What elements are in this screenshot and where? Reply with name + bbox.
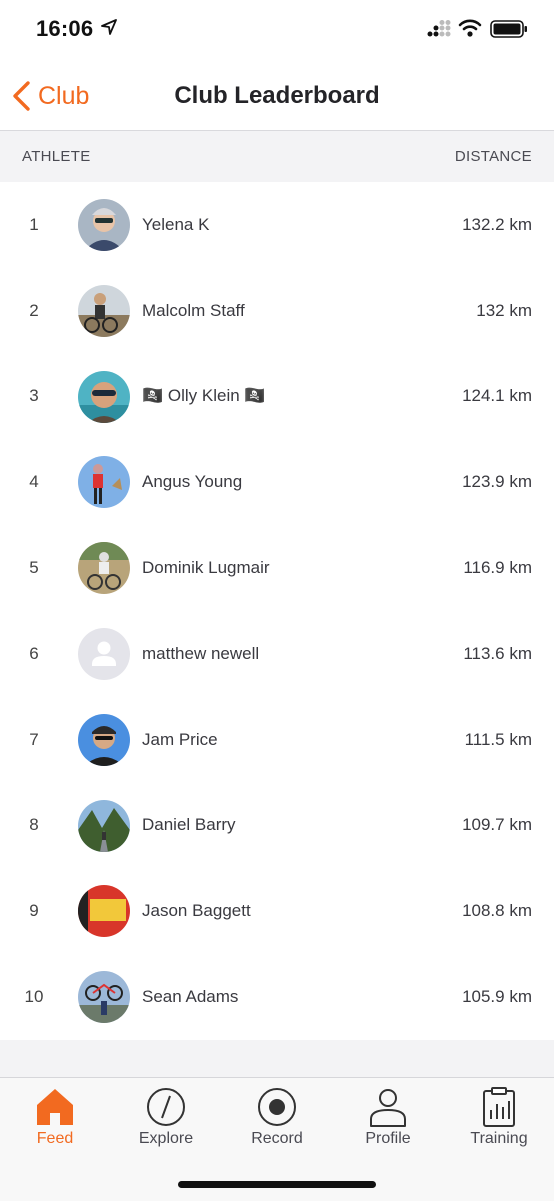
avatar[interactable] (78, 799, 130, 852)
leaderboard-row[interactable]: 3 🏴‍☠️ Olly Klein 🏴‍☠️ 124.1 km (0, 354, 554, 440)
rank-number: 10 (24, 987, 44, 1007)
athlete-column-label: ATHLETE (22, 148, 91, 165)
home-indicator (178, 1181, 376, 1188)
rank-number: 1 (29, 214, 39, 234)
athlete-name[interactable]: Malcolm Staff (142, 268, 245, 354)
home-icon (37, 1089, 73, 1125)
avatar[interactable] (78, 542, 130, 595)
status-time: 16:06 (36, 16, 94, 41)
list-footer (0, 1040, 554, 1077)
cellular-signal-icon (427, 20, 451, 37)
tab-training[interactable]: Training (444, 1078, 554, 1158)
athlete-name[interactable]: Daniel Barry (142, 783, 236, 869)
location-arrow-icon (101, 19, 117, 35)
training-icon (483, 1087, 515, 1127)
avatar[interactable] (78, 885, 130, 938)
tab-explore[interactable]: Explore (111, 1078, 221, 1158)
leaderboard-row[interactable]: 9 Jason Baggett 108.8 km (0, 868, 554, 954)
athlete-name[interactable]: matthew newell (142, 611, 259, 697)
rank-number: 9 (29, 901, 39, 921)
default-avatar-icon[interactable] (78, 627, 130, 680)
rank-number: 4 (29, 472, 39, 492)
avatar[interactable] (78, 199, 130, 251)
athlete-name[interactable]: Sean Adams (142, 954, 238, 1040)
avatar[interactable] (78, 713, 130, 766)
athlete-distance: 111.5 km (464, 729, 532, 749)
status-bar: 16:06 (0, 0, 554, 60)
leaderboard-row[interactable]: 5 Dominik Lugmair 116.9 km (0, 525, 554, 611)
athlete-name[interactable]: Jason Baggett (142, 868, 251, 954)
athlete-distance: 132.2 km (462, 214, 532, 234)
avatar[interactable] (78, 370, 130, 423)
leaderboard-list: 1 Yelena K 132.2 km 2 Malcolm Staff 132 … (0, 182, 554, 1040)
tab-feed[interactable]: Feed (0, 1078, 110, 1158)
record-icon (258, 1088, 296, 1126)
tab-record[interactable]: Record (222, 1078, 332, 1158)
leaderboard-row[interactable]: 4 Angus Young 123.9 km (0, 439, 554, 525)
navigation-bar: Club Club Leaderboard (0, 60, 554, 131)
page-title: Club Leaderboard (174, 82, 380, 109)
athlete-name[interactable]: Jam Price (142, 697, 218, 783)
leaderboard-row[interactable]: 1 Yelena K 132.2 km (0, 182, 554, 268)
battery-icon (490, 20, 527, 38)
rank-number: 5 (29, 558, 39, 578)
athlete-name[interactable]: 🏴‍☠️ Olly Klein 🏴‍☠️ (142, 354, 266, 440)
leaderboard-row[interactable]: 10 Sean Adams 105.9 km (0, 954, 554, 1040)
avatar[interactable] (78, 284, 130, 337)
tab-profile[interactable]: Profile (333, 1078, 443, 1158)
athlete-name[interactable]: Yelena K (142, 182, 209, 268)
leaderboard-row[interactable]: 7 Jam Price 111.5 km (0, 697, 554, 783)
athlete-name[interactable]: Dominik Lugmair (142, 525, 270, 611)
rank-number: 3 (29, 386, 39, 406)
leaderboard-row[interactable]: 2 Malcolm Staff 132 km (0, 268, 554, 354)
wifi-icon (458, 19, 482, 37)
athlete-distance: 116.9 km (463, 558, 532, 578)
rank-number: 2 (29, 300, 39, 320)
avatar[interactable] (78, 456, 130, 509)
athlete-name[interactable]: Angus Young (142, 439, 242, 525)
leaderboard-row[interactable]: 6 matthew newell 113.6 km (0, 611, 554, 697)
athlete-distance: 124.1 km (462, 386, 532, 406)
athlete-distance: 105.9 km (462, 987, 532, 1007)
tab-label: Profile (365, 1130, 411, 1147)
avatar[interactable] (78, 971, 130, 1024)
athlete-distance: 132 km (476, 300, 532, 320)
profile-icon (370, 1089, 406, 1127)
athlete-distance: 123.9 km (462, 472, 532, 492)
tab-label: Explore (138, 1130, 194, 1147)
athlete-distance: 113.6 km (463, 643, 532, 663)
rank-number: 8 (29, 815, 39, 835)
tab-label: Training (470, 1130, 528, 1147)
tab-label: Feed (36, 1130, 74, 1147)
column-header: ATHLETE DISTANCE (0, 131, 554, 182)
leaderboard-row[interactable]: 8 Daniel Barry 109.7 km (0, 783, 554, 869)
athlete-distance: 108.8 km (462, 901, 532, 921)
distance-column-label: DISTANCE (454, 148, 532, 165)
athlete-distance: 109.7 km (462, 815, 532, 835)
tab-label: Record (251, 1130, 303, 1147)
rank-number: 7 (29, 729, 39, 749)
rank-number: 6 (29, 643, 39, 663)
compass-icon (147, 1088, 185, 1126)
